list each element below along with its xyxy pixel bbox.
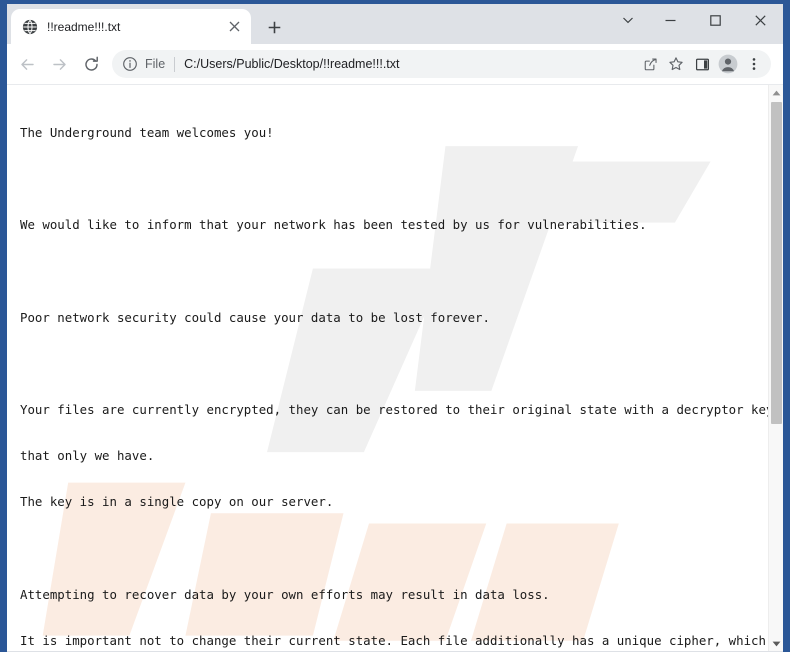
url-scheme-label: File — [145, 57, 166, 71]
browser-toolbar: File C:/Users/Public/Desktop/!!readme!!!… — [7, 44, 783, 85]
reload-button[interactable] — [76, 49, 106, 79]
bookmark-star-icon[interactable] — [663, 51, 689, 77]
minimize-icon — [665, 19, 676, 21]
note-line: Attempting to recover data by your own e… — [20, 586, 550, 602]
browser-frame: !!readme!!!.txt File C:/Users/Public/Des… — [7, 4, 783, 652]
browser-window: !!readme!!!.txt File C:/Users/Public/Des… — [0, 0, 790, 652]
close-button[interactable] — [738, 4, 783, 36]
omnibox-actions — [637, 51, 767, 77]
tab-search-button[interactable] — [608, 4, 648, 36]
tab-readme[interactable]: !!readme!!!.txt — [11, 9, 251, 44]
browser-menu-icon[interactable] — [741, 51, 767, 77]
side-panel-icon[interactable] — [689, 51, 715, 77]
close-icon — [755, 14, 766, 26]
note-line — [20, 263, 768, 278]
minimize-button[interactable] — [648, 4, 693, 36]
globe-icon — [22, 19, 38, 35]
note-line: Your files are currently encrypted, they… — [20, 402, 774, 418]
arrow-left-icon — [20, 58, 34, 70]
ransom-note-text: The Underground team welcomes you! We wo… — [7, 85, 783, 651]
address-bar[interactable]: File C:/Users/Public/Desktop/!!readme!!!… — [112, 50, 771, 78]
note-line — [20, 541, 768, 556]
note-line: We would like to inform that your networ… — [20, 217, 647, 233]
note-line: It is important not to change their curr… — [20, 633, 783, 649]
window-controls — [608, 4, 783, 36]
note-line — [20, 356, 768, 371]
page-scrollbar[interactable] — [768, 85, 783, 651]
tab-title: !!readme!!!.txt — [47, 19, 121, 34]
scroll-up-arrow-icon[interactable] — [769, 85, 783, 100]
maximize-button[interactable] — [693, 4, 738, 36]
note-line — [20, 171, 768, 186]
note-line: The key is in a single copy on our serve… — [20, 494, 334, 510]
note-line: that only we have. — [20, 448, 155, 464]
new-tab-button[interactable] — [261, 14, 287, 40]
maximize-icon — [710, 14, 721, 26]
tab-strip: !!readme!!!.txt — [7, 4, 783, 44]
plus-icon — [268, 21, 280, 33]
close-icon[interactable] — [225, 18, 243, 36]
scrollbar-thumb[interactable] — [771, 102, 782, 424]
share-icon[interactable] — [637, 51, 663, 77]
omnibox-divider — [174, 56, 176, 72]
forward-button[interactable] — [44, 49, 74, 79]
note-line: Poor network security could cause your d… — [20, 309, 490, 325]
info-circle-icon[interactable] — [122, 56, 138, 72]
page-viewport: The Underground team welcomes you! We wo… — [7, 85, 783, 651]
note-line: The Underground team welcomes you! — [20, 124, 274, 140]
url-text: C:/Users/Public/Desktop/!!readme!!!.txt — [184, 57, 400, 71]
scroll-down-arrow-icon[interactable] — [769, 636, 783, 651]
arrow-right-icon — [52, 58, 66, 70]
profile-avatar[interactable] — [715, 51, 741, 77]
chevron-down-icon — [623, 17, 633, 24]
back-button[interactable] — [12, 49, 42, 79]
reload-icon — [84, 56, 98, 71]
